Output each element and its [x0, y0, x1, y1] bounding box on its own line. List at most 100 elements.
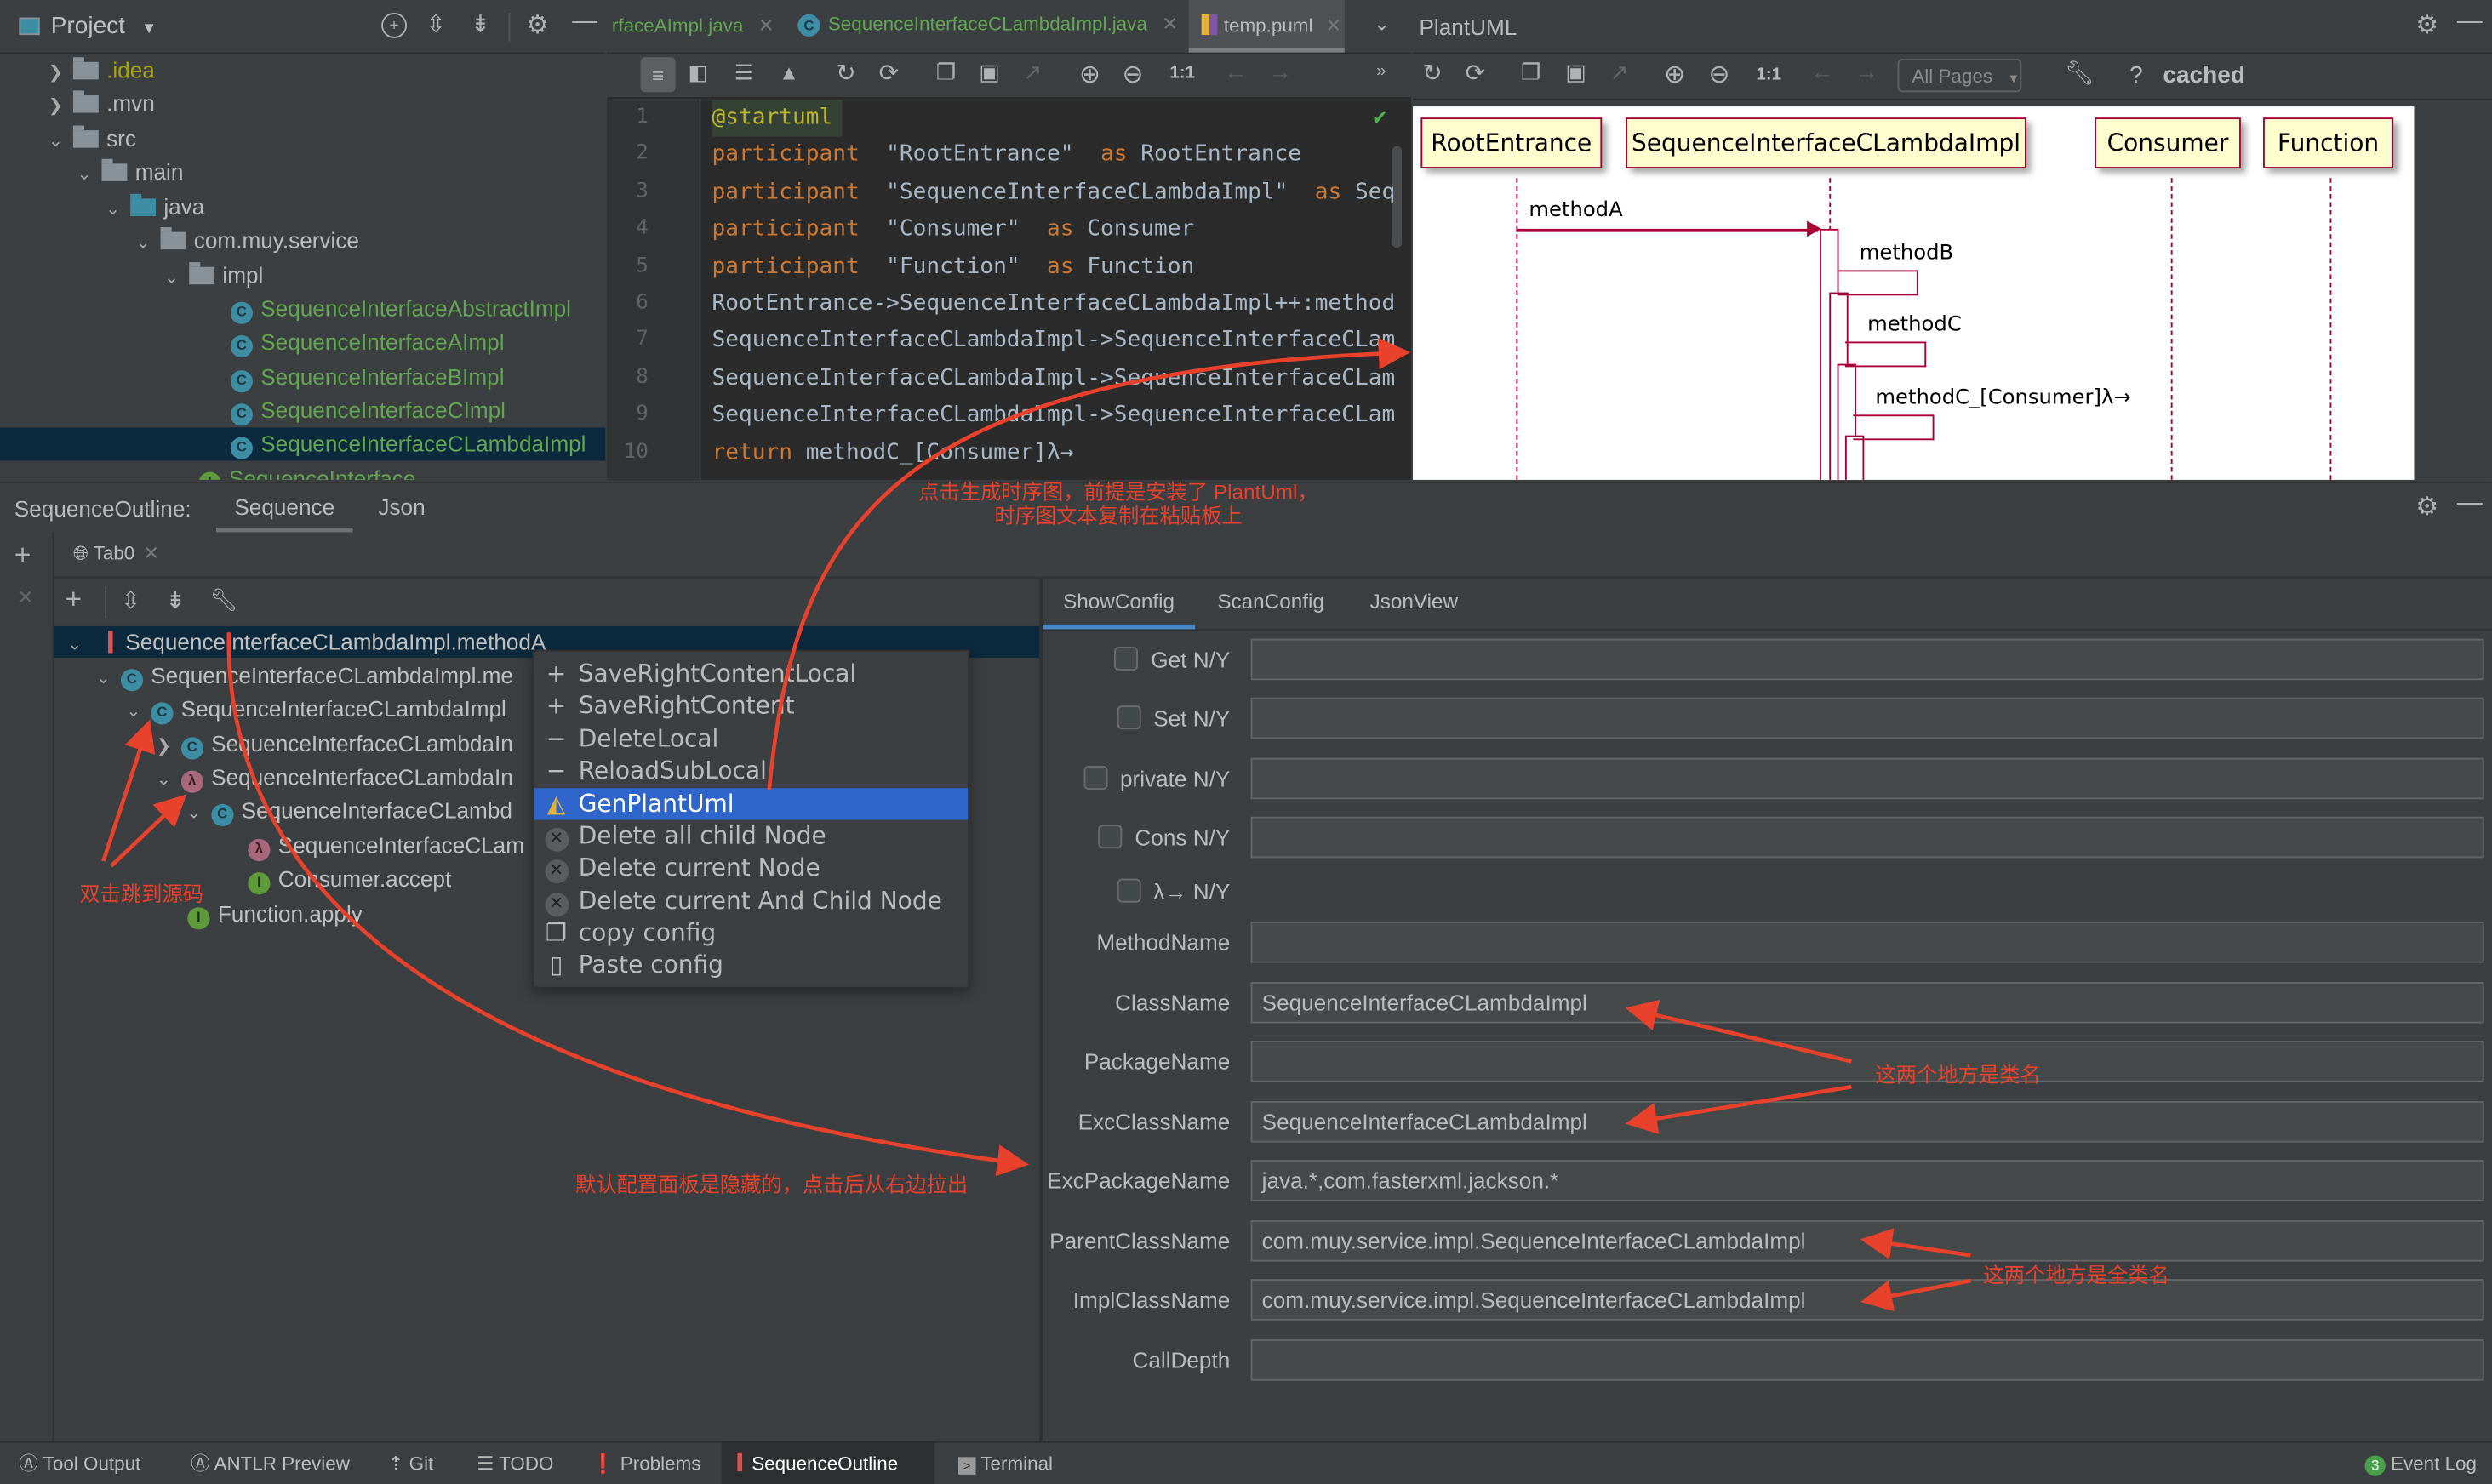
pages-select[interactable]: All Pages ▼ [1897, 59, 2022, 93]
tree-item-idea[interactable]: ❯ .idea [44, 54, 155, 87]
menu-item-delete-current-node[interactable]: ✕ Delete current Node [534, 852, 968, 884]
close-icon[interactable]: ✕ [143, 542, 159, 564]
config-input-excpackagename[interactable]: java.*,com.fasterxml.jackson.* [1250, 1160, 2484, 1201]
copy-icon[interactable]: ❐ [936, 59, 956, 86]
wrench-icon[interactable]: 🔧︎ [2065, 59, 2095, 88]
tool-window-todo[interactable]: ☰ TODO [477, 1449, 553, 1478]
collapse-all-icon[interactable]: ⇟ [471, 9, 490, 38]
gear-icon[interactable]: ⚙ [2415, 9, 2438, 41]
tab-sequence[interactable]: Sequence [215, 483, 353, 533]
editor-tab[interactable]: rfaceAImpl.java ✕ [612, 14, 774, 37]
tree-item-main[interactable]: ⌄ main [73, 156, 183, 189]
menu-item-delete-all-child-node[interactable]: ✕ Delete all child Node [534, 820, 968, 853]
minimize-icon[interactable]: — [2457, 8, 2483, 37]
chevron-down-icon[interactable]: ⌄ [64, 629, 86, 662]
zoom-out-icon[interactable]: ⊖ [1122, 59, 1143, 90]
tab-json[interactable]: Json [378, 483, 425, 533]
tree-item-mvn[interactable]: ❯ .mvn [44, 88, 155, 121]
tab-scan-config[interactable]: ScanConfig [1217, 579, 1324, 630]
tree-item-java[interactable]: ⌄ java [102, 191, 204, 227]
zoom-reset-button[interactable]: 1:1 [1756, 66, 1781, 84]
chevron-down-icon[interactable]: ⌄ [123, 696, 145, 729]
tree-item-class[interactable]: C SequenceInterfaceAbstractImpl [230, 293, 571, 326]
arrow-right-icon[interactable]: → [1268, 59, 1292, 86]
menu-item-copy-config[interactable]: ❐ copy config [534, 916, 968, 949]
outline-node-root[interactable]: ⌄ SequenceInterfaceCLambdaImpl.methodA [64, 626, 546, 659]
gear-icon[interactable]: ⚙ [526, 9, 549, 41]
menu-item-gen-plant-uml[interactable]: ◭ GenPlantUml [534, 788, 969, 821]
preview-only-icon[interactable]: ▲ [779, 60, 799, 84]
add-tab-icon[interactable]: + [14, 539, 31, 572]
arrow-left-icon[interactable]: ← [1224, 59, 1248, 86]
config-input-parentclassname[interactable]: com.muy.service.impl.SequenceInterfaceCL… [1250, 1220, 2484, 1262]
tool-window-antlr-preview[interactable]: Ⓐ ANTLR Preview [191, 1449, 350, 1478]
save-icon[interactable]: ▣ [1565, 59, 1586, 86]
config-field-label[interactable]: Set N/Y [1117, 705, 1230, 731]
checkbox[interactable] [1117, 705, 1141, 730]
outline-node[interactable]: ⌄ C SequenceInterfaceCLambdaImpl.me [92, 659, 513, 693]
config-field-label[interactable]: Get N/Y [1114, 646, 1230, 672]
zoom-out-icon[interactable]: ⊖ [1708, 59, 1729, 90]
tool-window-git[interactable]: ⇡ Git [388, 1449, 434, 1478]
editor-tab-active[interactable]: temp.puml ✕ [1188, 0, 1345, 53]
menu-item-save-right-content[interactable]: + SaveRightContent [534, 689, 968, 722]
expand-all-icon[interactable]: ⇳ [121, 586, 140, 615]
chevron-down-icon[interactable]: ⌄ [132, 227, 154, 260]
chevron-down-icon[interactable]: ⌄ [102, 194, 124, 227]
menu-item-delete-local[interactable]: − DeleteLocal [534, 723, 968, 756]
close-icon[interactable]: ✕ [1162, 13, 1178, 35]
tool-window-tool-output[interactable]: Ⓐ Tool Output [19, 1449, 140, 1478]
zoom-in-icon[interactable]: ⊕ [1664, 59, 1685, 90]
checkbox[interactable] [1114, 646, 1139, 671]
refresh-icon[interactable]: ↻ [1422, 59, 1442, 88]
chevron-right-icon[interactable]: ❯ [152, 731, 174, 764]
config-field-label[interactable]: Cons N/Y [1098, 825, 1230, 850]
config-input-implclassname[interactable]: com.muy.service.impl.SequenceInterfaceCL… [1250, 1279, 2484, 1321]
menu-item-save-right-content-local[interactable]: + SaveRightContentLocal [534, 658, 968, 690]
arrow-right-icon[interactable]: → [1855, 59, 1878, 86]
outline-node[interactable]: I Function.apply [187, 898, 363, 931]
chevron-down-icon[interactable]: ⌄ [92, 663, 114, 696]
split-view-icon[interactable]: ◧ [689, 60, 708, 86]
gear-icon[interactable]: ⚙ [2415, 491, 2438, 522]
code-editor[interactable]: ✔ 1 @startuml 2 participant "RootEntrance" … [607, 98, 1412, 480]
external-icon[interactable]: ↗ [1610, 59, 1629, 86]
config-input-calldepth[interactable] [1250, 1339, 2484, 1381]
outline-node[interactable]: ❯ C SequenceInterfaceCLambdaIn [152, 728, 513, 761]
save-icon[interactable]: ▣ [979, 59, 1000, 86]
config-field-label[interactable]: λ→ N/Y [1117, 878, 1230, 904]
project-view-selector[interactable]: Project ▼ [51, 13, 157, 40]
add-icon[interactable]: + [66, 583, 83, 616]
config-input-cons-n-y[interactable] [1250, 816, 2484, 859]
chevron-right-icon[interactable]: ❯ [44, 57, 66, 90]
menu-item-reload-sub-local[interactable]: − ReloadSubLocal [534, 755, 968, 787]
copy-icon[interactable]: ❐ [1521, 59, 1540, 86]
config-input-private-n-y[interactable] [1250, 757, 2484, 800]
event-log-button[interactable]: 3 Event Log [2364, 1449, 2477, 1478]
config-field-label[interactable]: private N/Y [1083, 766, 1230, 791]
chevron-down-icon[interactable]: ⌄ [161, 262, 183, 295]
tree-item-class[interactable]: C SequenceInterfaceBImpl [230, 361, 505, 394]
tab-tab0[interactable]: 🌐︎ Tab0 ✕ [73, 542, 159, 566]
tree-item-impl[interactable]: ⌄ impl [161, 259, 263, 295]
arrow-left-icon[interactable]: ← [1810, 59, 1834, 86]
horizontal-split-icon[interactable]: ☰ [734, 60, 753, 86]
tool-window-problems[interactable]: ❗ Problems [592, 1449, 701, 1478]
chevron-down-icon[interactable]: ⌄ [44, 126, 66, 159]
close-icon[interactable]: ✕ [1325, 14, 1341, 37]
outline-node[interactable]: ⌄ C SequenceInterfaceCLambd [183, 795, 512, 828]
tree-item-src[interactable]: ⌄ src [44, 123, 136, 156]
config-input-packagename[interactable] [1250, 1041, 2484, 1082]
tree-item-class[interactable]: C SequenceInterfaceCImpl [230, 394, 506, 427]
menu-item-delete-current-and-child-node[interactable]: ✕ Delete current And Child Node [534, 885, 968, 917]
collapse-all-icon[interactable]: ⇟ [165, 586, 185, 615]
config-input-get-n-y[interactable] [1250, 638, 2484, 681]
expand-all-icon[interactable]: ⇳ [426, 9, 445, 38]
tree-item-class-selected[interactable]: C SequenceInterfaceCLambdaImpl [230, 427, 586, 460]
external-icon[interactable]: ↗ [1024, 59, 1043, 86]
outline-node[interactable]: ⌄ λ SequenceInterfaceCLambdaIn [152, 761, 513, 794]
config-input-methodname[interactable] [1250, 922, 2484, 963]
config-input-set-n-y[interactable] [1250, 697, 2484, 739]
chevron-down-icon[interactable]: ⌄ [152, 764, 174, 797]
locate-icon[interactable]: + [381, 12, 408, 38]
